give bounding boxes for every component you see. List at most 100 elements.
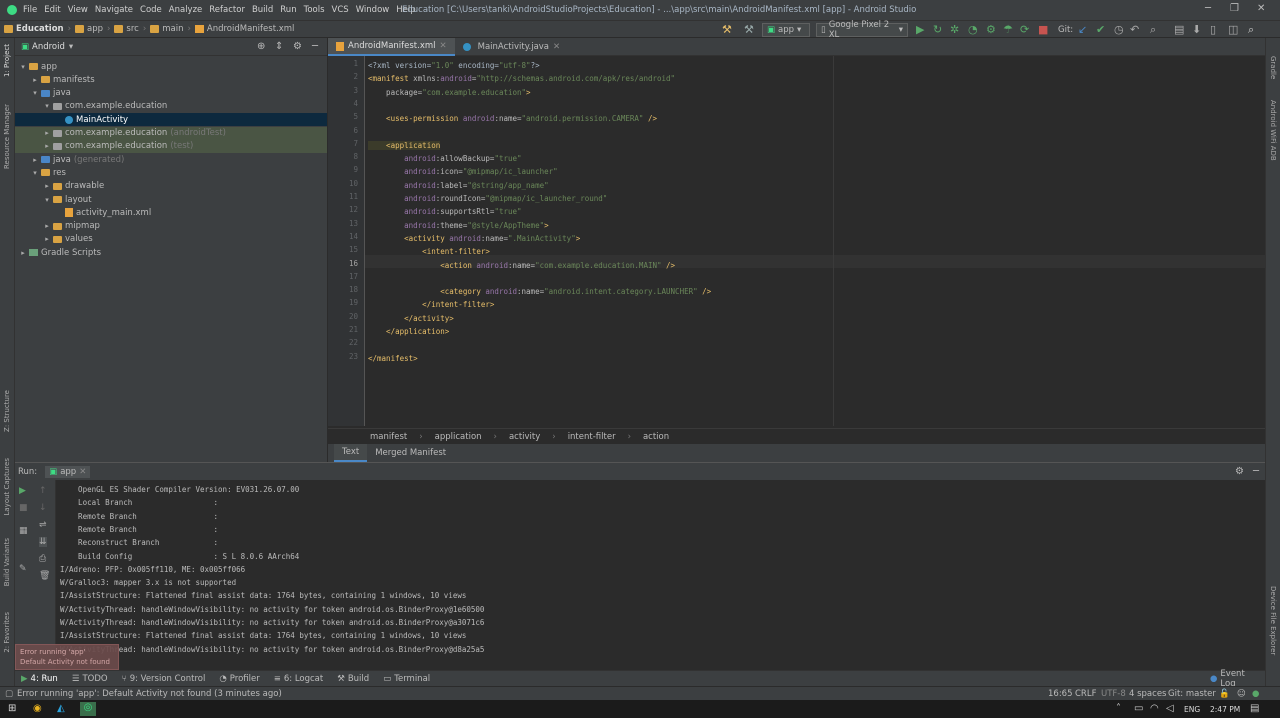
tree-item[interactable]: ▸ manifests [15, 73, 327, 86]
collapse-all-icon[interactable]: ⇕ [275, 41, 283, 52]
windows-start-icon[interactable]: ⊞ [8, 703, 16, 714]
tab-build-variants[interactable]: Build Variants [3, 538, 11, 586]
menu-item-navigate[interactable]: Navigate [95, 5, 133, 15]
expand-arrow-icon[interactable]: ▸ [43, 235, 51, 243]
code-line[interactable]: <?xml version="1.0" encoding="utf-8"?> [368, 59, 540, 72]
expand-arrow-icon[interactable]: ▾ [43, 196, 51, 204]
layout-icon[interactable]: ▦ [19, 526, 28, 536]
hammer-icon[interactable]: ⚒ [744, 23, 754, 36]
tree-item[interactable]: ▾ layout [15, 193, 327, 206]
rerun-icon[interactable]: ▶ [19, 486, 26, 496]
make-project-icon[interactable]: ⚒ [722, 23, 732, 36]
tree-item[interactable]: MainActivity [15, 113, 327, 127]
close-tab-icon[interactable]: ✕ [440, 41, 447, 51]
print-icon[interactable]: ⎙ [39, 554, 46, 564]
code-line[interactable]: <action android:name="com.example.educat… [368, 259, 675, 272]
tree-item[interactable]: ▸ drawable [15, 180, 327, 193]
trash-icon[interactable]: 🗑 [39, 571, 50, 581]
git-history-icon[interactable]: ◷ [1114, 23, 1124, 36]
tool-tab-versioncontrol[interactable]: ⑂ 9: Version Control [122, 674, 206, 684]
code-line[interactable]: package="com.example.education"> [368, 86, 531, 99]
sdk-manager-icon[interactable]: ⬇ [1192, 23, 1201, 36]
code-line[interactable]: <intent-filter> [368, 245, 490, 258]
tree-item[interactable]: ▾ res [15, 166, 327, 179]
menu-item-window[interactable]: Window [356, 5, 390, 15]
tree-item[interactable]: ▾ app [15, 60, 327, 73]
breadcrumb-main[interactable]: main › [150, 24, 191, 34]
chrome-icon[interactable]: ◉ [33, 703, 42, 714]
telegram-icon[interactable]: ◭ [57, 703, 65, 714]
android-studio-taskbar-icon[interactable]: ◎ [80, 702, 96, 716]
expand-arrow-icon[interactable]: ▾ [31, 169, 39, 177]
code-line[interactable]: android:allowBackup="true" [368, 152, 521, 165]
caret-position[interactable]: 16:65 [1048, 689, 1073, 699]
expand-arrow-icon[interactable]: ▸ [43, 222, 51, 230]
tree-item[interactable]: ▾ java [15, 87, 327, 100]
clock[interactable]: 2:47 PM [1210, 705, 1240, 714]
expand-arrow-icon[interactable]: ▸ [19, 249, 27, 257]
run-icon[interactable]: ▶ [916, 23, 924, 36]
memory-icon[interactable]: ● [1252, 689, 1259, 699]
tool-tab-terminal[interactable]: ▭ Terminal [383, 674, 430, 684]
attach-debugger-icon[interactable]: ⚙ [986, 23, 996, 36]
expand-arrow-icon[interactable]: ▸ [43, 182, 51, 190]
profile-icon[interactable]: ◔ [968, 23, 978, 36]
tree-item[interactable]: ▸ com.example.education (test) [15, 139, 327, 153]
breadcrumb-app[interactable]: app › [75, 24, 110, 34]
git-branch[interactable]: Git: master [1168, 689, 1216, 699]
code-line[interactable]: </activity> [368, 312, 454, 325]
hide-panel-icon[interactable]: ─ [312, 41, 318, 52]
menu-item-file[interactable]: File [23, 5, 37, 15]
sync-icon[interactable]: ⟳ [1020, 23, 1029, 36]
menu-item-vcs[interactable]: VCS [332, 5, 349, 15]
expand-arrow-icon[interactable]: ▾ [19, 63, 27, 71]
run-tab-app[interactable]: ▣ app ✕ [45, 465, 91, 478]
code-line[interactable]: android:supportsRtl="true" [368, 205, 521, 218]
volume-icon[interactable]: ◁ [1166, 703, 1174, 714]
breadcrumb-src[interactable]: src › [114, 24, 146, 34]
tool-tab-logcat[interactable]: ≡ 6: Logcat [274, 674, 324, 684]
search-everywhere-icon[interactable]: ⌕ [1150, 23, 1156, 37]
code-line[interactable]: android:roundIcon="@mipmap/ic_launcher_r… [368, 192, 607, 205]
git-rollback-icon[interactable]: ↶ [1130, 23, 1139, 36]
tab-project[interactable]: 1: Project [3, 44, 11, 77]
tool-tab-run[interactable]: ▶ 4: Run [21, 674, 58, 684]
tab-text[interactable]: Text [334, 444, 368, 462]
tree-item[interactable]: ▸ java (generated) [15, 153, 327, 166]
status-message[interactable]: Error running 'app': Default Activity no… [17, 689, 282, 699]
pin-icon[interactable]: ✎ [19, 564, 27, 574]
breadcrumb-file[interactable]: AndroidManifest.xml [194, 24, 294, 34]
hide-panel-icon[interactable]: ─ [1253, 466, 1259, 477]
scroll-up-icon[interactable]: ↑ [39, 486, 47, 496]
tool-tab-profiler[interactable]: ◔ Profiler [219, 674, 259, 684]
tree-item[interactable]: ▸ Gradle Scripts [15, 246, 327, 259]
run-config-dropdown[interactable]: ▣ app ▾ [762, 23, 810, 37]
tree-item[interactable]: ▸ mipmap [15, 220, 327, 233]
file-encoding[interactable]: UTF-8 [1101, 689, 1126, 699]
close-icon[interactable]: ✕ [1257, 3, 1265, 14]
project-view-selector[interactable]: Android [32, 42, 65, 52]
close-tab-icon[interactable]: ✕ [553, 42, 560, 52]
tab-gradle[interactable]: Gradle [1269, 56, 1277, 79]
code-line[interactable]: <activity android:name=".MainActivity"> [368, 232, 580, 245]
line-separator[interactable]: CRLF [1075, 689, 1096, 699]
minimize-icon[interactable]: ─ [1205, 3, 1211, 14]
expand-arrow-icon[interactable]: ▸ [43, 129, 51, 137]
xml-breadcrumb-activity[interactable]: activity [509, 432, 540, 442]
stop-icon[interactable]: ■ [1038, 23, 1048, 36]
device-manager-icon[interactable]: ◫ [1228, 23, 1238, 36]
gear-icon[interactable]: ⚙ [293, 41, 302, 52]
tab-favorites[interactable]: 2: Favorites [3, 612, 11, 653]
code-line[interactable]: <application [368, 139, 441, 152]
search-icon[interactable]: ⌕ [1248, 23, 1254, 37]
code-line[interactable]: </intent-filter> [368, 298, 494, 311]
battery-icon[interactable]: ▭ [1134, 703, 1143, 714]
maximize-icon[interactable]: ❐ [1230, 3, 1239, 14]
tree-item[interactable]: ▾ com.example.education [15, 100, 327, 113]
xml-breadcrumb-manifest[interactable]: manifest [370, 432, 407, 442]
apply-changes-icon[interactable]: ↻ [933, 23, 942, 36]
code-line[interactable]: </manifest> [368, 352, 418, 365]
menu-item-code[interactable]: Code [140, 5, 162, 15]
git-update-icon[interactable]: ↙ [1078, 23, 1087, 36]
menu-item-run[interactable]: Run [280, 5, 296, 15]
